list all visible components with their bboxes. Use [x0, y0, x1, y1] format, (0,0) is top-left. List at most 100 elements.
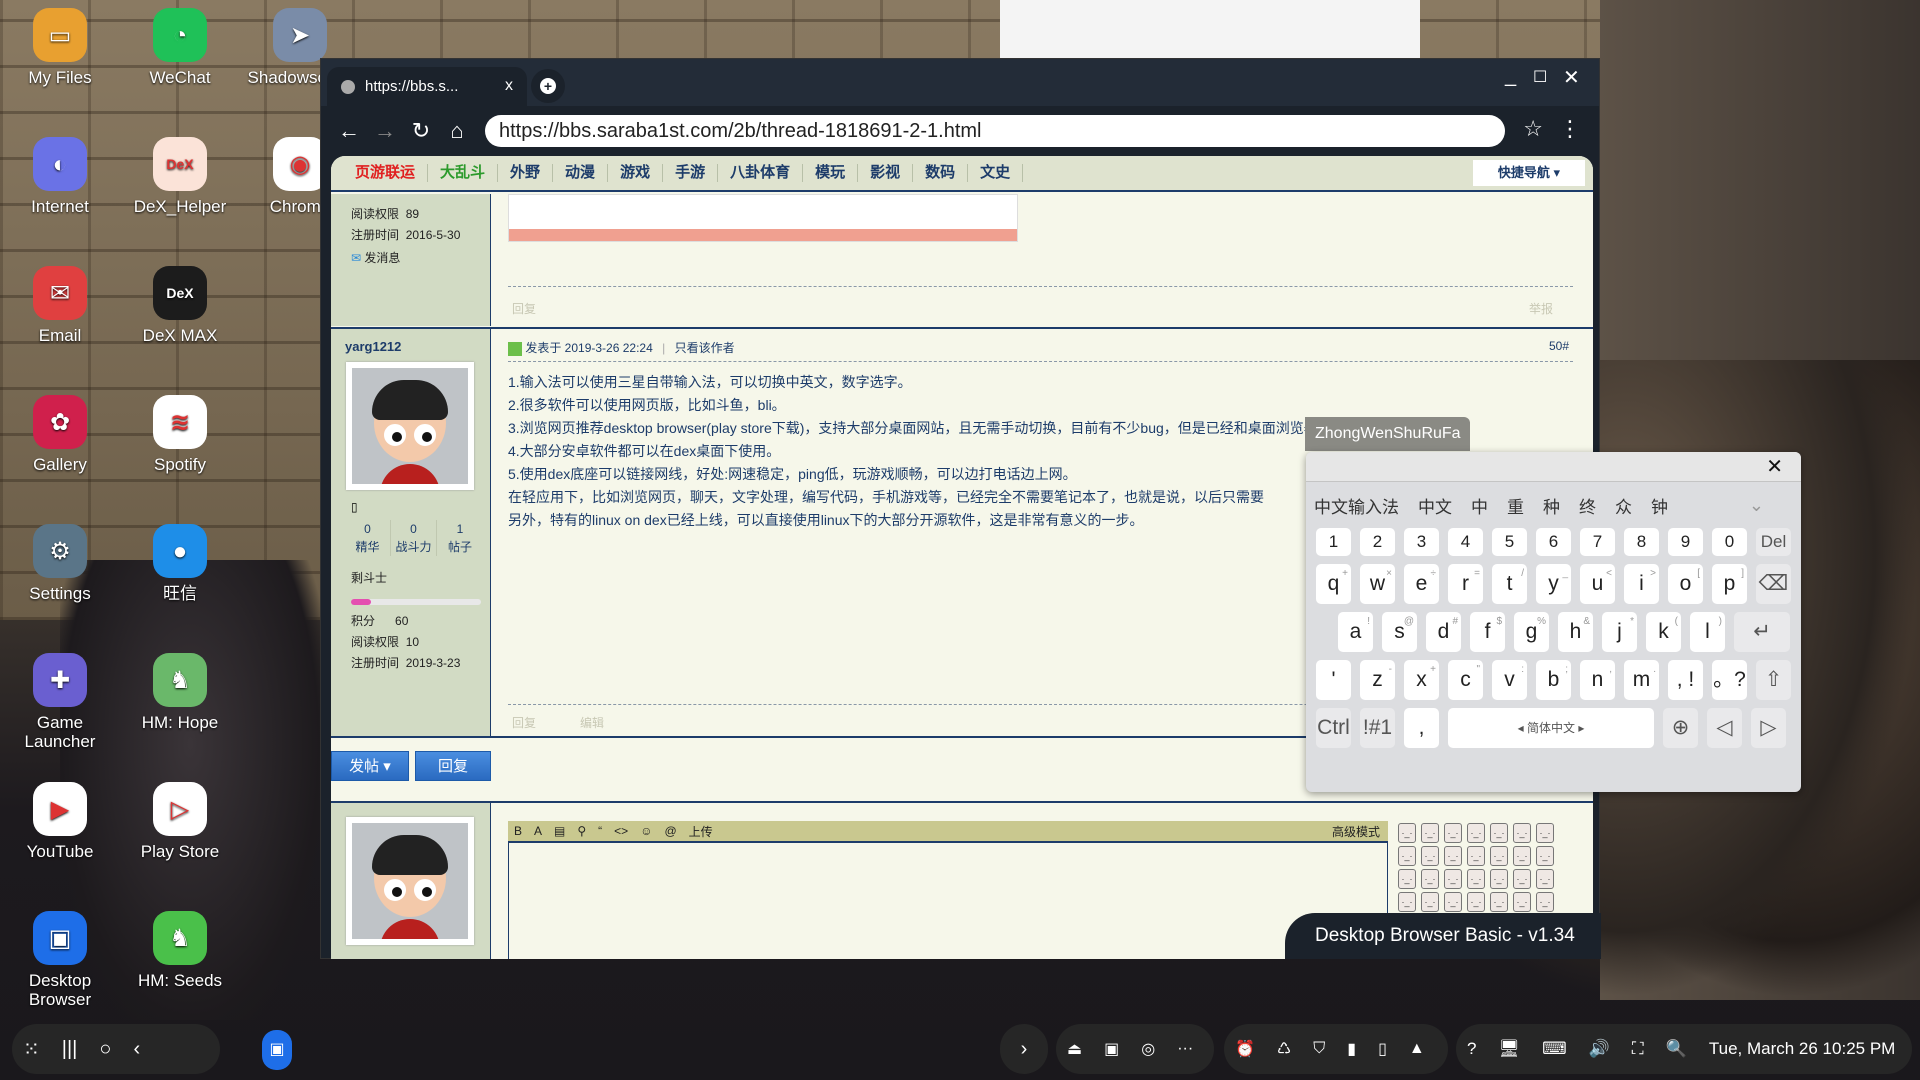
key-z[interactable]: z- [1360, 660, 1395, 700]
forward-button[interactable]: → [367, 118, 403, 144]
key-b[interactable]: b; [1536, 660, 1571, 700]
advanced-mode-link[interactable]: 高级模式 [1332, 823, 1380, 840]
close-window-button[interactable]: ✕ [1563, 65, 1580, 90]
browser-tab[interactable]: https://bbs.s... x [327, 67, 527, 106]
key-6[interactable]: 6 [1536, 528, 1571, 556]
key-◁[interactable]: ◁ [1707, 708, 1742, 748]
key-e[interactable]: e ÷ [1404, 564, 1439, 604]
notification-icon[interactable]: ◎ [1141, 1039, 1155, 1059]
key-n[interactable]: n, [1580, 660, 1615, 700]
editor-tool-icon[interactable]: ☺ [640, 824, 652, 838]
emoji-icon[interactable]: ·_· [1421, 892, 1439, 912]
desktop-app-settings[interactable]: ⚙ Settings [0, 524, 120, 603]
emoji-icon[interactable]: ·_· [1513, 823, 1531, 843]
tray-icon[interactable]: 🔍 [1666, 1039, 1687, 1059]
author-stat[interactable]: 0 战斗力 [391, 520, 437, 556]
desktop-app-youtube[interactable]: ▶ YouTube [0, 782, 120, 861]
key-c[interactable]: c " [1448, 660, 1483, 700]
emoji-icon[interactable]: ·_· [1536, 846, 1554, 866]
key-i[interactable]: i > [1624, 564, 1659, 604]
editor-tool-icon[interactable]: @ [664, 824, 676, 838]
emoji-icon[interactable]: ·_· [1536, 869, 1554, 889]
emoji-icon[interactable]: ·_· [1490, 869, 1508, 889]
tab-close-icon[interactable]: x [505, 77, 513, 95]
key-8[interactable]: 8 [1624, 528, 1659, 556]
key-⊕[interactable]: ⊕ [1663, 708, 1698, 748]
key-y[interactable]: y _ [1536, 564, 1571, 604]
key-9[interactable]: 9 [1668, 528, 1703, 556]
address-bar[interactable]: https://bbs.saraba1st.com/2b/thread-1818… [485, 115, 1505, 147]
maximize-button[interactable]: ☐ [1533, 67, 1547, 87]
desktop-app-hm-hope[interactable]: ♞ HM: Hope [120, 653, 240, 732]
emoji-icon[interactable]: ·_· [1467, 869, 1485, 889]
key-s[interactable]: s @ [1382, 612, 1417, 652]
ime-candidate[interactable]: 中 [1471, 493, 1488, 518]
key-h[interactable]: h & [1558, 612, 1593, 652]
status-icon[interactable]: ▯ [1378, 1039, 1387, 1059]
emoji-icon[interactable]: ·_· [1490, 892, 1508, 912]
forum-nav-item[interactable]: 数码 [913, 164, 969, 182]
emoji-icon[interactable]: ·_· [1444, 869, 1462, 889]
tray-icon[interactable]: 🔊 [1589, 1039, 1610, 1059]
forum-nav-item[interactable]: 手游 [663, 164, 719, 182]
quick-nav-button[interactable]: 快捷导航 ▾ [1473, 160, 1585, 186]
key-4[interactable]: 4 [1448, 528, 1483, 556]
emoji-icon[interactable]: ·_· [1467, 892, 1485, 912]
key-2[interactable]: 2 [1360, 528, 1395, 556]
key-。?[interactable]: 。? [1712, 660, 1747, 700]
key-r[interactable]: r = [1448, 564, 1483, 604]
key-o[interactable]: o[ [1668, 564, 1703, 604]
emoji-icon[interactable]: ·_· [1421, 846, 1439, 866]
back-button[interactable]: ← [331, 118, 367, 144]
status-icon[interactable]: ⏰ [1235, 1039, 1255, 1059]
key-↵[interactable]: ↵ [1734, 612, 1790, 652]
desktop-app-my-files[interactable]: ▭ My Files [0, 8, 120, 87]
author-username[interactable]: yarg1212 [331, 329, 490, 362]
edit-link[interactable]: 编辑 [580, 714, 604, 731]
expand-candidates-icon[interactable]: ⌄ [1749, 495, 1764, 516]
ime-candidate[interactable]: 重 [1507, 493, 1524, 518]
author-stat[interactable]: 0 精华 [345, 520, 391, 556]
emoji-icon[interactable]: ·_· [1513, 869, 1531, 889]
tray-icon[interactable]: 🖥 [1498, 1039, 1520, 1059]
notification-icon[interactable]: ··· [1177, 1040, 1193, 1058]
key-q[interactable]: q + [1316, 564, 1351, 604]
key-t[interactable]: t / [1492, 564, 1527, 604]
key-d[interactable]: d # [1426, 612, 1461, 652]
emoji-icon[interactable]: ·_· [1398, 892, 1416, 912]
editor-tool-icon[interactable]: A [534, 824, 542, 838]
forum-nav-item[interactable]: 八卦体育 [718, 164, 804, 182]
editor-tool-icon[interactable]: ▤ [554, 824, 565, 838]
key-u[interactable]: u < [1580, 564, 1615, 604]
reply-textarea[interactable] [508, 843, 1388, 959]
desktop-app--[interactable]: ● 旺信 [120, 524, 240, 603]
desktop-app-hm-seeds[interactable]: ♞ HM: Seeds [120, 911, 240, 990]
key-p[interactable]: p] [1712, 564, 1747, 604]
home-button[interactable]: ○ [99, 1038, 111, 1061]
forum-nav-item[interactable]: 页游联运 [343, 164, 429, 182]
key-,[interactable]: , [1404, 708, 1439, 748]
desktop-app-internet[interactable]: ◐ Internet [0, 137, 120, 216]
key-7[interactable]: 7 [1580, 528, 1615, 556]
editor-tool-icon[interactable]: “ [598, 824, 602, 838]
upload-button[interactable]: 上传 [689, 823, 713, 840]
browser-menu-icon[interactable]: ⋮ [1559, 116, 1581, 142]
forum-nav-item[interactable]: 文史 [968, 164, 1024, 182]
key-0[interactable]: 0 [1712, 528, 1747, 556]
emoji-icon[interactable]: ·_· [1513, 892, 1531, 912]
key-f[interactable]: f $ [1470, 612, 1505, 652]
forum-nav-item[interactable]: 模玩 [803, 164, 859, 182]
key-v[interactable]: v: [1492, 660, 1527, 700]
key-!#1[interactable]: !#1 [1360, 708, 1395, 748]
emoji-icon[interactable]: ·_· [1444, 892, 1462, 912]
forum-nav-item[interactable]: 大乱斗 [428, 164, 499, 182]
key-⇧[interactable]: ⇧ [1756, 660, 1791, 700]
emoji-icon[interactable]: ·_· [1398, 846, 1416, 866]
app-drawer-button[interactable]: ⁙ [23, 1037, 40, 1062]
key-Ctrl[interactable]: Ctrl [1316, 708, 1351, 748]
only-author-link[interactable]: 只看该作者 [675, 341, 735, 355]
home-button[interactable]: ⌂ [439, 118, 475, 144]
tray-icon[interactable]: ⌨ [1542, 1039, 1567, 1059]
ime-candidate[interactable]: 中文输入法 [1314, 493, 1399, 518]
author-avatar[interactable] [346, 362, 474, 490]
